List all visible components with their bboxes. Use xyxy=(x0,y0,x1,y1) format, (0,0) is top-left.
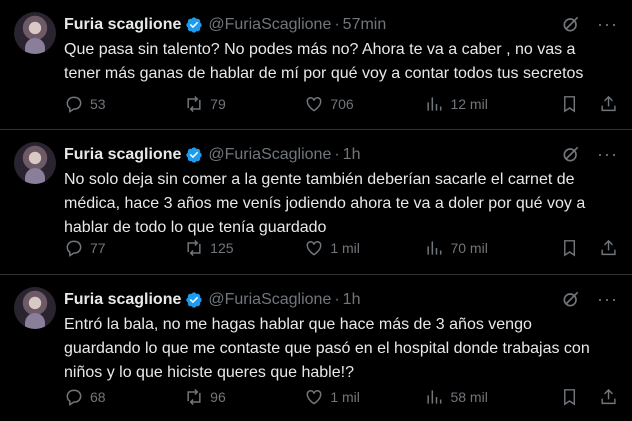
like-button[interactable]: 1 mil xyxy=(304,238,424,258)
reply-icon xyxy=(66,240,82,257)
separator: · xyxy=(334,146,340,163)
views-icon xyxy=(427,241,442,255)
tweet-top-actions: ··· xyxy=(561,289,618,309)
author-handle[interactable]: @FuriaScaglione xyxy=(208,146,331,164)
reply-button[interactable]: 53 xyxy=(64,94,184,114)
view-count: 70 mil xyxy=(450,240,488,256)
like-button[interactable]: 1 mil xyxy=(304,387,424,407)
retweet-count: 96 xyxy=(210,389,226,405)
bookmark-icon[interactable] xyxy=(560,387,579,407)
views-button[interactable]: 12 mil xyxy=(424,94,559,114)
tweet[interactable]: Furia scaglione @FuriaScaglione · 1h ···… xyxy=(0,275,632,421)
share-icon[interactable] xyxy=(599,94,618,114)
share-icon[interactable] xyxy=(599,387,618,407)
share-icon[interactable] xyxy=(599,238,618,258)
verified-badge-icon xyxy=(186,292,203,308)
retweet-icon xyxy=(187,388,201,406)
views-button[interactable]: 58 mil xyxy=(424,387,559,407)
verified-badge-icon xyxy=(186,17,203,33)
views-button[interactable]: 70 mil xyxy=(424,238,559,258)
like-icon xyxy=(306,389,322,405)
view-count: 12 mil xyxy=(450,96,488,112)
separator: · xyxy=(334,16,340,33)
author-name[interactable]: Furia scaglione xyxy=(64,16,181,34)
author-name[interactable]: Furia scaglione xyxy=(64,291,181,309)
reply-button[interactable]: 68 xyxy=(64,387,184,407)
reply-count: 53 xyxy=(90,96,106,112)
author-handle[interactable]: @FuriaScaglione xyxy=(208,16,331,34)
tweet-actions: 53 79 706 12 mil xyxy=(64,94,618,114)
like-button[interactable]: 706 xyxy=(304,94,424,114)
tweet-header: Furia scaglione @FuriaScaglione · 1h xyxy=(64,144,360,166)
reply-count: 68 xyxy=(90,389,106,405)
tweet-header: Furia scaglione @FuriaScaglione · 57min xyxy=(64,14,386,36)
retweet-icon xyxy=(187,95,201,113)
more-icon[interactable]: ··· xyxy=(597,15,618,33)
grok-icon[interactable] xyxy=(561,289,581,309)
verified-badge-icon xyxy=(186,147,203,163)
retweet-icon xyxy=(187,239,201,257)
tweet-header: Furia scaglione @FuriaScaglione · 1h xyxy=(64,289,360,311)
views-icon xyxy=(427,97,442,111)
tweet-text: Que pasa sin talento? No podes más no? A… xyxy=(64,41,584,82)
retweet-button[interactable]: 125 xyxy=(184,238,304,258)
tweet-time[interactable]: 1h xyxy=(343,291,361,309)
reply-icon xyxy=(66,389,82,406)
avatar[interactable] xyxy=(14,142,56,184)
reply-button[interactable]: 77 xyxy=(64,238,184,258)
like-count: 1 mil xyxy=(330,240,360,256)
tweet-time[interactable]: 1h xyxy=(343,146,361,164)
bookmark-icon[interactable] xyxy=(560,94,579,114)
retweet-button[interactable]: 96 xyxy=(184,387,304,407)
reply-icon xyxy=(66,96,82,113)
tweet-time[interactable]: 57min xyxy=(343,16,387,34)
tweet-actions: 68 96 1 mil 58 mil xyxy=(64,387,618,407)
tweet-text: No solo deja sin comer a la gente tambié… xyxy=(64,171,586,236)
reply-count: 77 xyxy=(90,240,106,256)
author-handle[interactable]: @FuriaScaglione xyxy=(208,291,331,309)
retweet-count: 125 xyxy=(210,240,234,256)
like-count: 1 mil xyxy=(330,389,360,405)
tweet-text: Entró la bala, no me hagas hablar que ha… xyxy=(64,316,590,381)
like-icon xyxy=(306,96,322,112)
author-name[interactable]: Furia scaglione xyxy=(64,146,181,164)
tweet[interactable]: Furia scaglione @FuriaScaglione · 57min … xyxy=(0,0,632,130)
tweet-feed: Furia scaglione @FuriaScaglione · 57min … xyxy=(0,0,632,421)
avatar[interactable] xyxy=(14,12,56,54)
retweet-count: 79 xyxy=(210,96,226,112)
views-icon xyxy=(427,390,442,404)
grok-icon[interactable] xyxy=(561,144,581,164)
retweet-button[interactable]: 79 xyxy=(184,94,304,114)
grok-icon[interactable] xyxy=(561,14,581,34)
bookmark-icon[interactable] xyxy=(560,238,579,258)
avatar[interactable] xyxy=(14,287,56,329)
more-icon[interactable]: ··· xyxy=(597,145,618,163)
more-icon[interactable]: ··· xyxy=(597,290,618,308)
tweet-actions: 77 125 1 mil 70 mil xyxy=(64,238,618,258)
view-count: 58 mil xyxy=(450,389,488,405)
like-count: 706 xyxy=(330,96,354,112)
tweet-top-actions: ··· xyxy=(561,14,618,34)
tweet[interactable]: Furia scaglione @FuriaScaglione · 1h ···… xyxy=(0,130,632,275)
tweet-top-actions: ··· xyxy=(561,144,618,164)
separator: · xyxy=(334,291,340,308)
like-icon xyxy=(306,240,322,256)
